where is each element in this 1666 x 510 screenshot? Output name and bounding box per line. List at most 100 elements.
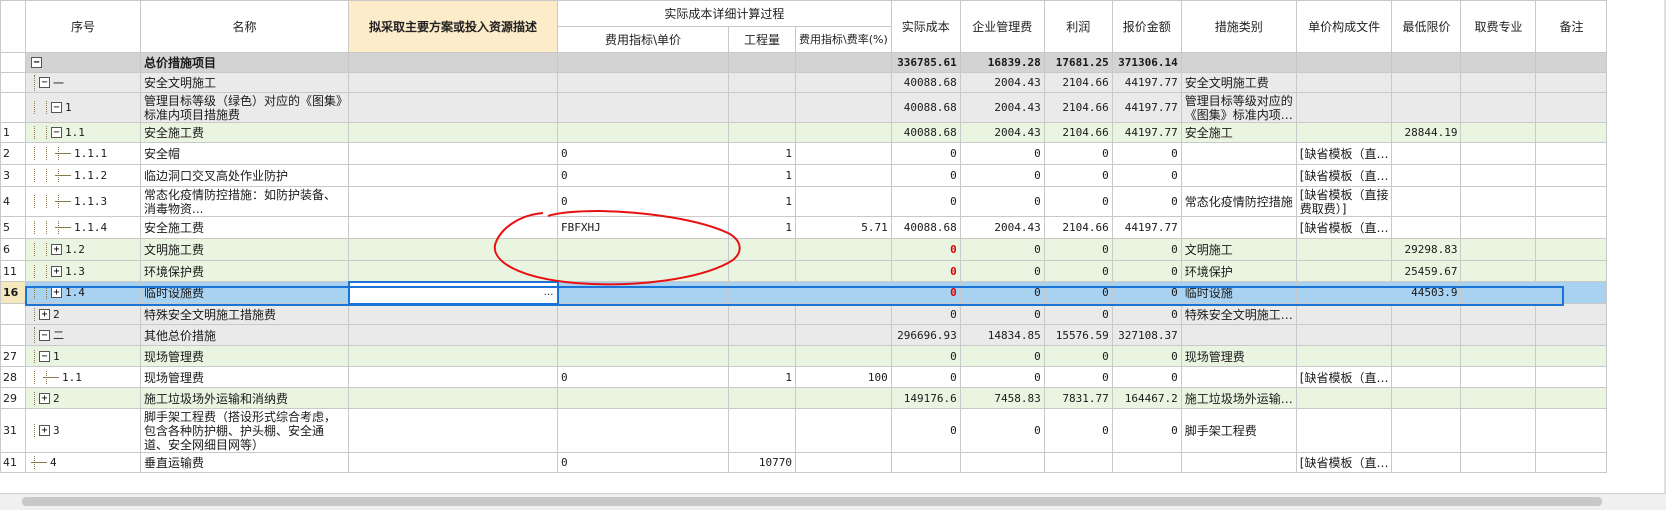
expand-toggle-icon[interactable]: + [39, 425, 50, 436]
cell-profit[interactable]: 0 [1043, 408, 1113, 453]
cell-measure-type[interactable]: 常态化疫情防控措施 [1180, 186, 1297, 217]
col-header-actual-cost[interactable]: 实际成本 [890, 0, 961, 53]
cell-mgmt-fee[interactable]: 7458.83 [959, 387, 1045, 409]
col-header-quote[interactable]: 报价金额 [1111, 0, 1182, 53]
cell-measure-type[interactable] [1180, 324, 1297, 346]
cell-quote[interactable]: 0 [1111, 345, 1182, 367]
cell-fee-rate[interactable] [795, 72, 892, 93]
cell-actual-cost[interactable]: 0 [890, 345, 961, 367]
cell-plan[interactable] [348, 366, 558, 388]
cell-fee-specialty[interactable] [1460, 303, 1537, 325]
cell-actual-cost[interactable]: 0 [890, 281, 961, 304]
cell-unit-price-file[interactable] [1295, 345, 1393, 367]
cell-quote[interactable]: 0 [1111, 164, 1182, 187]
col-header-fee-index[interactable]: 费用指标\单价 [557, 26, 729, 53]
cell-mgmt-fee[interactable] [959, 452, 1045, 473]
cell-remark[interactable] [1535, 324, 1608, 346]
cell-unit-price-file[interactable]: [缺省模板（直… [1295, 164, 1393, 187]
cell-seq[interactable]: +3 [25, 408, 141, 453]
col-header-seq[interactable]: 序号 [25, 0, 141, 53]
col-header-min-price[interactable]: 最低限价 [1391, 0, 1462, 53]
cell-unit-price-file[interactable]: [缺省模板（直… [1295, 216, 1393, 239]
cell-fee-specialty[interactable] [1460, 366, 1537, 388]
cell-measure-type[interactable]: 管理目标等级对应的《图集》标准内项… [1180, 92, 1297, 123]
cell-remark[interactable] [1535, 303, 1608, 325]
cell-profit[interactable]: 2104.66 [1043, 216, 1113, 239]
cell-mgmt-fee[interactable]: 0 [959, 303, 1045, 325]
cell-seq[interactable]: +1.3 [25, 260, 141, 282]
cell-min-price[interactable]: 25459.67 [1391, 260, 1462, 282]
cell-fee-rate[interactable] [795, 452, 892, 473]
cell-seq[interactable]: − 一 [25, 72, 141, 93]
cell-fee-rate[interactable] [795, 186, 892, 217]
cell-quote[interactable]: 0 [1111, 238, 1182, 261]
cell-actual-cost[interactable]: 336785.61 [890, 52, 961, 73]
cell-measure-type[interactable] [1180, 366, 1297, 388]
cell-actual-cost[interactable]: 0 [890, 303, 961, 325]
cell-plan[interactable] [348, 260, 558, 282]
cell-name[interactable]: 总价措施项目 [140, 52, 349, 73]
cell-mgmt-fee[interactable]: 0 [959, 281, 1045, 304]
cell-plan[interactable] [348, 216, 558, 239]
cell-plan[interactable] [348, 122, 558, 143]
col-header-profit[interactable]: 利润 [1043, 0, 1113, 53]
cell-quantity[interactable] [728, 303, 796, 325]
expand-toggle-icon[interactable]: − [39, 77, 50, 88]
cell-min-price[interactable]: 44503.9 [1391, 281, 1462, 304]
row-number[interactable] [0, 303, 26, 325]
cell-quote[interactable]: 44197.77 [1111, 72, 1182, 93]
cell-measure-type[interactable]: 文明施工 [1180, 238, 1297, 261]
cell-name[interactable]: 脚手架工程费（搭设形式综合考虑，包含各种防护棚、护头棚、安全通道、安全网细目网等… [140, 408, 349, 453]
cell-min-price[interactable] [1391, 92, 1462, 123]
cell-fee-index[interactable]: 0 [557, 366, 729, 388]
cell-mgmt-fee[interactable]: 2004.43 [959, 92, 1045, 123]
cell-mgmt-fee[interactable]: 14834.85 [959, 324, 1045, 346]
cell-seq[interactable]: +1.4 [25, 281, 141, 304]
cell-plan[interactable] [348, 408, 558, 453]
cell-fee-specialty[interactable] [1460, 408, 1537, 453]
cell-min-price[interactable] [1391, 164, 1462, 187]
cell-fee-rate[interactable] [795, 164, 892, 187]
cell-min-price[interactable] [1391, 186, 1462, 217]
cell-remark[interactable] [1535, 260, 1608, 282]
cell-quantity[interactable]: 1 [728, 366, 796, 388]
cell-fee-index[interactable] [557, 52, 729, 73]
cell-seq[interactable]: +2 [25, 303, 141, 325]
table-row[interactable]: 28 1.1 现场管理费 0 1 100 0 0 0 0 [缺省模板（直… [0, 366, 1657, 388]
cell-fee-specialty[interactable] [1460, 142, 1537, 165]
cell-fee-rate[interactable] [795, 408, 892, 453]
corner-cell[interactable] [0, 0, 26, 53]
cell-seq[interactable]: − 二 [25, 324, 141, 346]
cell-fee-index[interactable] [557, 387, 729, 409]
col-header-plan[interactable]: 拟采取主要方案或投入资源描述 [348, 0, 558, 53]
cell-name[interactable]: 安全帽 [140, 142, 349, 165]
cell-fee-index[interactable] [557, 92, 729, 123]
cell-measure-type[interactable] [1180, 216, 1297, 239]
expand-toggle-icon[interactable]: − [31, 57, 42, 68]
cell-measure-type[interactable]: 现场管理费 [1180, 345, 1297, 367]
cell-fee-specialty[interactable] [1460, 164, 1537, 187]
cell-quantity[interactable] [728, 52, 796, 73]
cell-fee-index[interactable] [557, 72, 729, 93]
row-number[interactable]: 16 [0, 281, 26, 304]
expand-toggle-icon[interactable]: − [51, 127, 62, 138]
cell-fee-specialty[interactable] [1460, 122, 1537, 143]
cell-actual-cost[interactable]: 0 [890, 260, 961, 282]
cell-actual-cost[interactable]: 40088.68 [890, 216, 961, 239]
cell-remark[interactable] [1535, 52, 1608, 73]
cell-fee-rate[interactable] [795, 92, 892, 123]
cell-profit[interactable]: 2104.66 [1043, 72, 1113, 93]
cell-remark[interactable] [1535, 92, 1608, 123]
cell-actual-cost[interactable]: 0 [890, 164, 961, 187]
cell-quote[interactable]: 44197.77 [1111, 92, 1182, 123]
cell-fee-rate[interactable] [795, 345, 892, 367]
cell-fee-specialty[interactable] [1460, 186, 1537, 217]
cell-quote[interactable]: 371306.14 [1111, 52, 1182, 73]
cell-quote[interactable]: 164467.2 [1111, 387, 1182, 409]
expand-toggle-icon[interactable]: + [51, 265, 62, 277]
cell-unit-price-file[interactable]: [缺省模板（直接费取费）] [1295, 186, 1393, 217]
cell-actual-cost[interactable]: 149176.6 [890, 387, 961, 409]
cell-fee-rate[interactable] [795, 387, 892, 409]
cell-quote[interactable] [1111, 452, 1182, 473]
row-number[interactable]: 11 [0, 260, 26, 282]
